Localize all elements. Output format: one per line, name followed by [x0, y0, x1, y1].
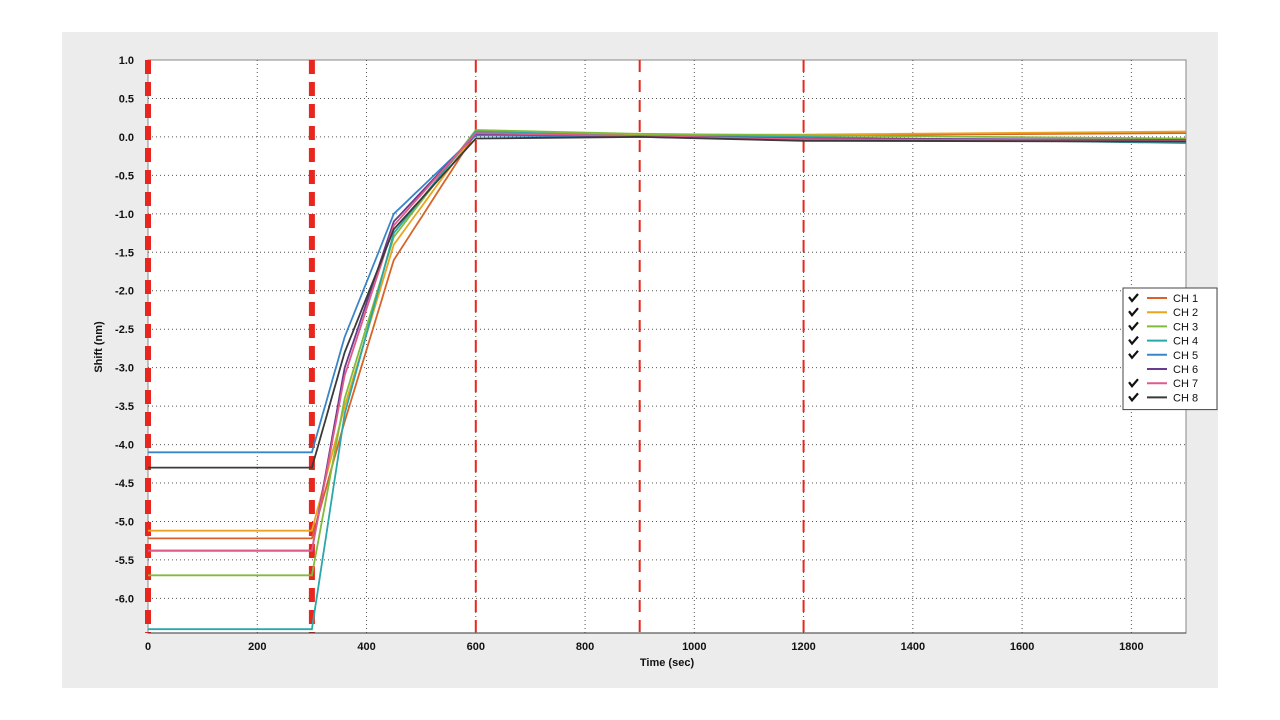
y-tick-label: -4.0 [115, 440, 134, 452]
y-tick-label: -4.5 [115, 478, 134, 490]
legend-label: CH 4 [1173, 336, 1198, 348]
y-tick-label: -3.5 [115, 401, 134, 413]
x-tick-label: 1200 [791, 641, 815, 653]
legend-label: CH 1 [1173, 293, 1198, 305]
x-tick-label: 800 [576, 641, 594, 653]
x-tick-label: 400 [357, 641, 375, 653]
y-tick-label: -5.5 [115, 555, 134, 567]
y-tick-label: 0.5 [119, 93, 134, 105]
legend-label: CH 2 [1173, 307, 1198, 319]
legend-label: CH 3 [1173, 321, 1198, 333]
x-tick-label: 0 [145, 641, 151, 653]
x-tick-label: 1600 [1010, 641, 1034, 653]
legend: CH 1 CH 2 CH 3 CH 4 CH 5 CH 6 CH 7 CH 8 [1122, 287, 1218, 411]
y-tick-label: 0.0 [119, 132, 134, 144]
y-tick-label: -1.0 [115, 209, 134, 221]
legend-label: CH 5 [1173, 350, 1198, 362]
y-tick-label: 1.0 [119, 55, 134, 67]
line-chart: 0 200 400 600 800 1000 1200 1400 1600 1800 1.0 0.5 0… [93, 55, 1218, 669]
x-tick-label: 1800 [1119, 641, 1143, 653]
y-tick-label: -0.5 [115, 170, 134, 182]
legend-label: CH 8 [1173, 392, 1198, 404]
chart-frame: 0 200 400 600 800 1000 1200 1400 1600 1800 1.0 0.5 0… [62, 32, 1218, 688]
x-axis-title: Time (sec) [640, 657, 695, 669]
plot-area [147, 59, 1187, 634]
y-tick-label: -1.5 [115, 247, 134, 259]
x-tick-label: 1000 [682, 641, 706, 653]
legend-box [1122, 287, 1218, 411]
x-tick-label: 600 [467, 641, 485, 653]
legend-label: CH 6 [1173, 364, 1198, 376]
y-tick-label: -2.5 [115, 324, 134, 336]
x-tick-label: 200 [248, 641, 266, 653]
legend-label: CH 7 [1173, 378, 1198, 390]
x-tick-label: 1400 [901, 641, 925, 653]
y-tick-label: -2.0 [115, 286, 134, 298]
y-tick-label: -3.0 [115, 363, 134, 375]
y-tick-label: -5.0 [115, 516, 134, 528]
y-axis-title: Shift (nm) [93, 321, 105, 373]
y-tick-label: -6.0 [115, 593, 134, 605]
